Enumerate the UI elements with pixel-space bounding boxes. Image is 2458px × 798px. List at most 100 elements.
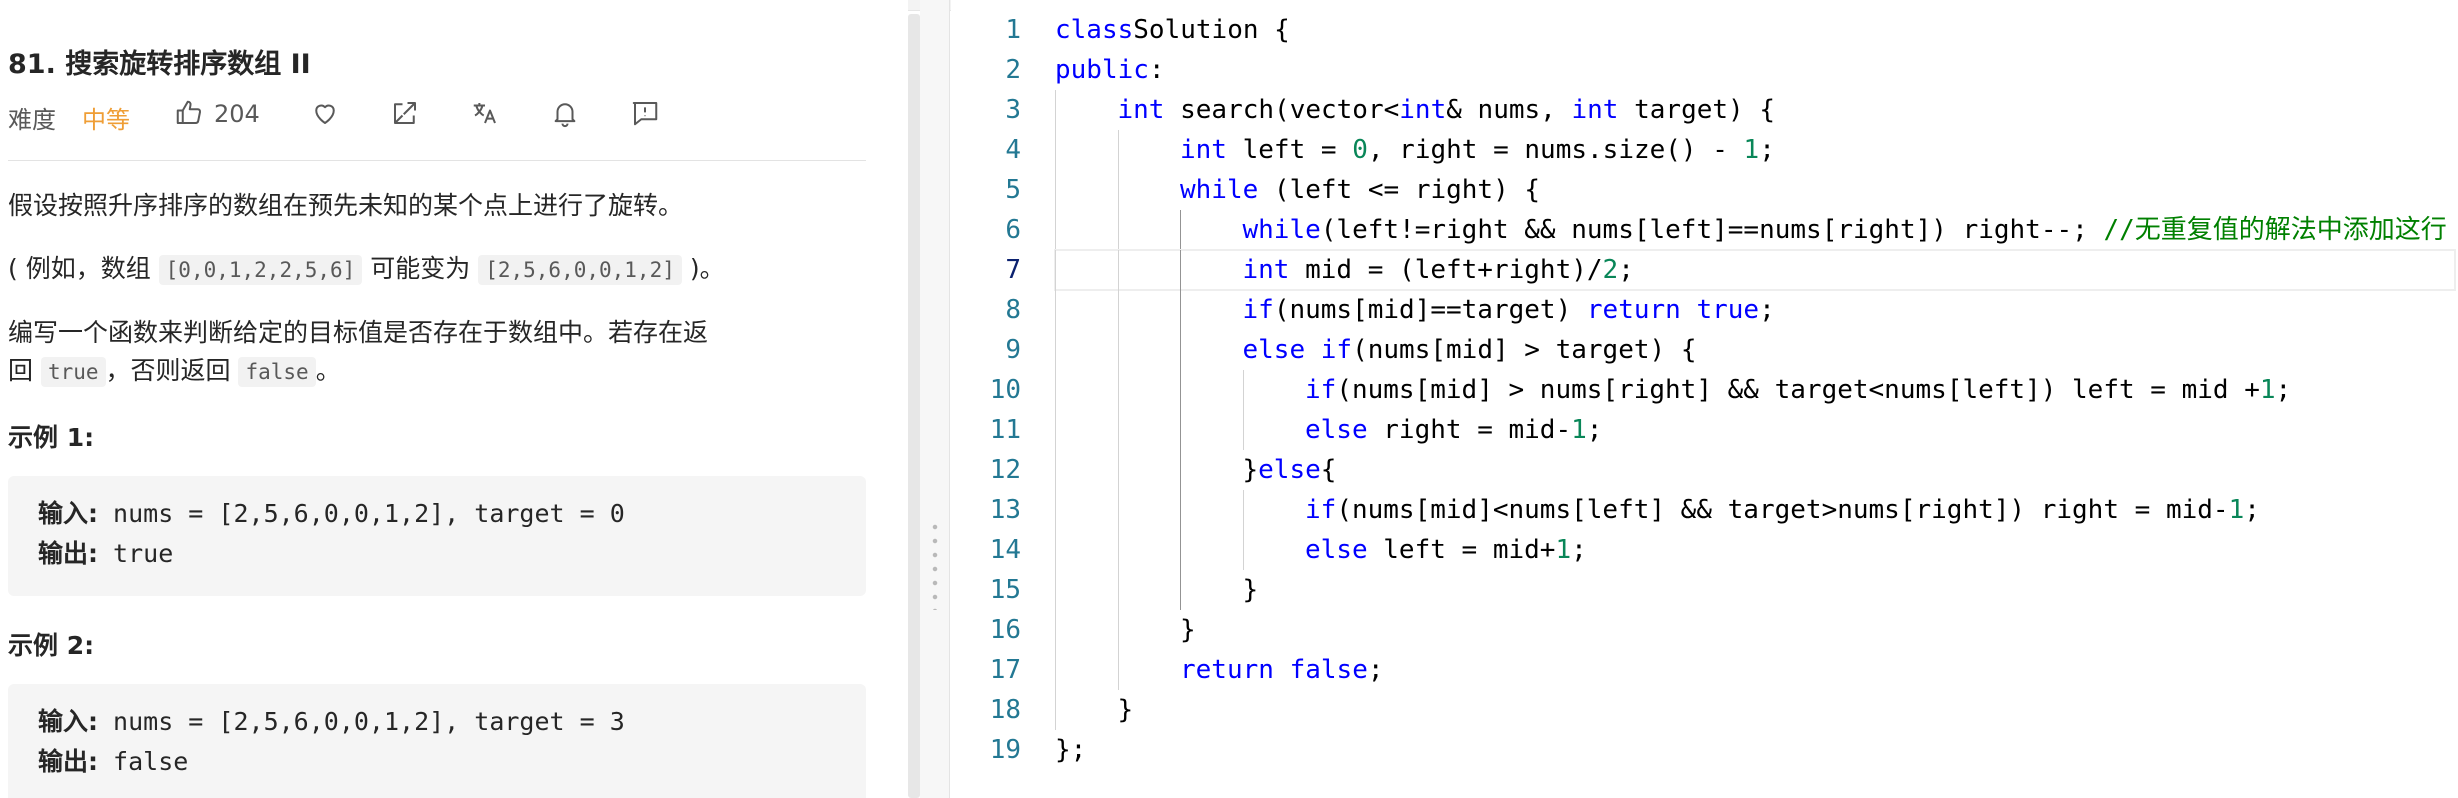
code-line[interactable]: if(nums[mid]<nums[left] && target>nums[r… (1055, 490, 2455, 530)
code-line[interactable]: int search(vector<int& nums, int target)… (1055, 90, 2455, 130)
code-line[interactable]: classSolution { (1055, 10, 2455, 50)
code-token: if (1305, 375, 1337, 405)
code-line[interactable]: return false; (1055, 650, 2455, 690)
code-token: else (1305, 415, 1368, 445)
indent-guide (1242, 490, 1244, 530)
code-token: public (1055, 55, 1149, 85)
code-editor[interactable]: 1 2 3 4 5 6 7 8 9 10 11 12 13 14 15 16 17 18 19 classSolut… (951, 0, 2458, 798)
code-token: }; (1055, 735, 1087, 765)
line-number: 19 (989, 735, 1021, 765)
indent-guide (1180, 570, 1181, 610)
example-output-line: 输出: false (38, 742, 836, 782)
code-line[interactable]: else right = mid-1; (1055, 410, 2455, 450)
code-token: false (1289, 655, 1368, 685)
difficulty-label: 难度 (8, 106, 56, 134)
output-value: false (98, 747, 189, 776)
indent-guide (1055, 690, 1056, 730)
indent-guide (1242, 370, 1244, 410)
code-token: while (1180, 175, 1259, 205)
indent-guide (1055, 210, 1056, 250)
output-label: 输出: (38, 539, 98, 568)
code-token: search(vector< (1164, 95, 1400, 125)
code-token: //无重复值的解法中添加这行 (2103, 215, 2447, 245)
code-line[interactable]: if(nums[mid]==target) return true; (1055, 290, 2455, 330)
line-number: 7 (1005, 255, 1021, 285)
code-line[interactable]: public: (1055, 50, 2455, 90)
indent-guide (1117, 130, 1119, 170)
indent-guide (1117, 610, 1119, 650)
line-number: 16 (989, 615, 1021, 645)
feedback-icon[interactable] (630, 98, 660, 128)
code-line[interactable]: int mid = (left+right)/2; (1054, 249, 2456, 291)
code-token: if (1305, 495, 1337, 525)
input-label: 输入: (38, 499, 98, 528)
code-line[interactable]: } (1055, 690, 2455, 730)
code-line[interactable]: while (left <= right) { (1055, 170, 2455, 210)
line-number: 4 (1005, 135, 1021, 165)
indent-guide (1117, 250, 1119, 290)
line-number: 12 (989, 455, 1021, 485)
code-token: , right = nums.size() - (1367, 135, 1744, 165)
thumbs-up-icon[interactable] (174, 98, 204, 128)
indent-guide (1117, 290, 1119, 330)
code-token: (nums[mid] > nums[right] && target<nums[… (1336, 375, 2260, 405)
heart-icon[interactable] (310, 98, 340, 128)
left-panel-scrollbar[interactable] (908, 14, 920, 798)
code-token: ; (1618, 255, 1634, 285)
input-value: nums = [2,5,6,0,0,1,2], target = 0 (98, 499, 625, 528)
drag-handle-icon[interactable] (932, 520, 938, 610)
line-number: 11 (989, 415, 1021, 445)
code-token: int (1242, 255, 1290, 285)
output-label: 输出: (38, 747, 98, 776)
problem-meta-row: 难度 中等 204 (8, 98, 868, 134)
code-token: while (1242, 215, 1321, 245)
example-2-box: 输入: nums = [2,5,6,0,0,1,2], target = 3 输出… (8, 684, 866, 798)
code-token: Solution { (1133, 15, 1290, 45)
indent-guide (1117, 490, 1119, 530)
code-token: (nums[mid] > target) { (1352, 335, 1697, 365)
code-token: 1 (2228, 495, 2245, 525)
code-token: { (1320, 455, 1337, 485)
desc3-line: 编写一个函数来判断给定的目标值是否存在于数组中。若存在返 (8, 318, 709, 347)
indent-guide (1242, 530, 1244, 570)
line-number: 14 (989, 535, 1021, 565)
code-line[interactable]: else if(nums[mid] > target) { (1055, 330, 2455, 370)
code-line[interactable]: } (1055, 570, 2455, 610)
code-line[interactable]: }else{ (1055, 450, 2455, 490)
desc3-line: 回 true ，否则返回 false。 (8, 352, 708, 391)
indent-guide (1117, 410, 1119, 450)
example-input-line: 输入: nums = [2,5,6,0,0,1,2], target = 3 (38, 702, 836, 742)
code-token: & nums, (1446, 95, 1572, 125)
share-icon[interactable] (390, 98, 420, 128)
indent-guide (1117, 210, 1119, 250)
code-line[interactable]: else left = mid+1; (1055, 530, 2455, 570)
code-token: ; (1367, 655, 1384, 685)
code-token: 1 (1555, 535, 1572, 565)
code-token: 2 (1602, 255, 1619, 285)
code-line[interactable]: int left = 0, right = nums.size() - 1; (1055, 130, 2455, 170)
bell-icon[interactable] (550, 98, 580, 128)
line-number: 15 (989, 575, 1021, 605)
code-line[interactable]: } (1055, 610, 2455, 650)
code-token: ; (1586, 415, 1603, 445)
code-token: 1 (1743, 135, 1760, 165)
indent-guide (1117, 650, 1119, 690)
code-token: (nums[mid]<nums[left] && target>nums[rig… (1336, 495, 2229, 525)
code-token: mid = (left+right)/ (1289, 255, 1603, 285)
code-line[interactable]: while(left!=right && nums[left]==nums[ri… (1055, 210, 2455, 250)
indent-guide (1055, 370, 1056, 410)
inline-code: false (238, 357, 316, 387)
desc3-text: ，否则返回 (105, 356, 239, 385)
code-line[interactable]: if(nums[mid] > nums[right] && target<num… (1055, 370, 2455, 410)
code-token: return (1180, 655, 1274, 685)
code-area[interactable]: classSolution {public: int search(vector<… (1054, 10, 2456, 770)
difficulty-badge: 中等 (82, 106, 130, 134)
indent-guide (1055, 450, 1056, 490)
translate-icon[interactable] (470, 98, 500, 128)
description-paragraph-1: 假设按照升序排序的数组在预先未知的某个点上进行了旋转。 (8, 191, 684, 220)
output-value: true (98, 539, 174, 568)
code-line[interactable]: }; (1055, 730, 2455, 770)
indent-guide (1055, 530, 1056, 570)
panel-splitter[interactable] (920, 0, 950, 798)
indent-guide (1117, 450, 1119, 490)
